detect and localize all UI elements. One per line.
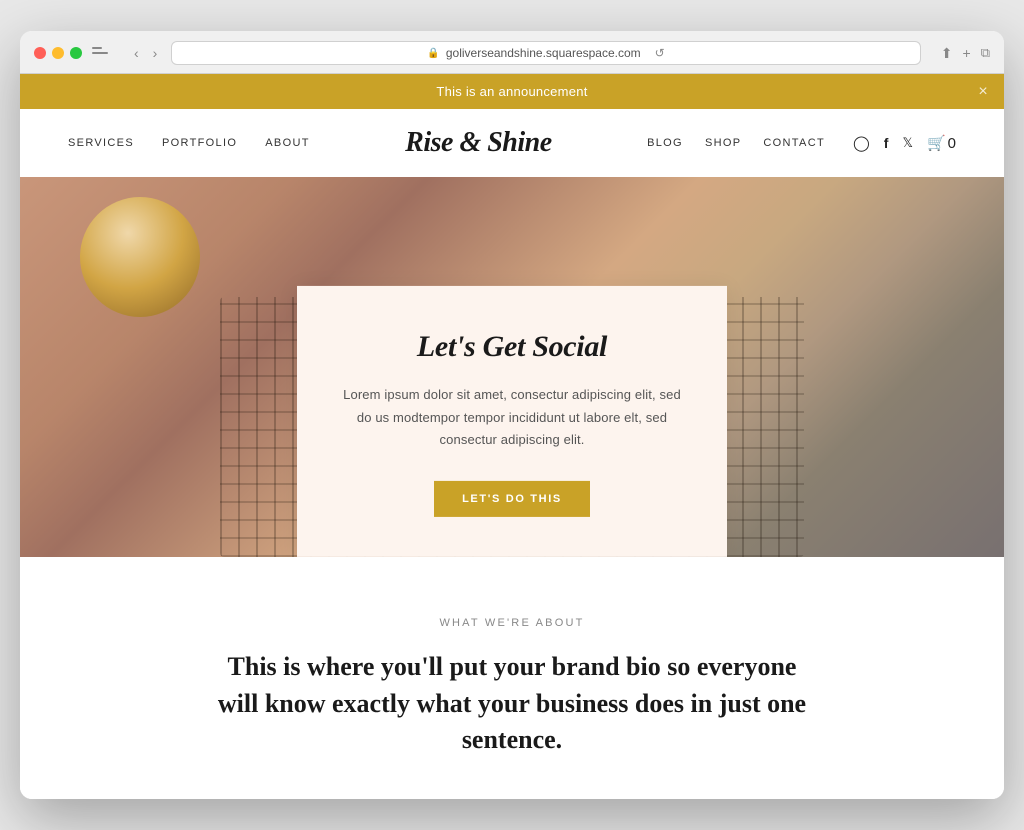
nav-left-links: SERVICES PORTFOLIO ABOUT: [68, 137, 310, 149]
share-icon[interactable]: ⬆︎: [941, 45, 953, 62]
fullscreen-button[interactable]: [70, 47, 82, 59]
browser-actions: ⬆︎ + ⧉: [941, 45, 990, 62]
nav-right-links: BLOG SHOP CONTACT: [647, 137, 825, 149]
sidebar-toggle[interactable]: [92, 47, 108, 59]
traffic-lights: [34, 47, 82, 59]
nav-shop-link[interactable]: SHOP: [705, 137, 741, 149]
browser-window: ‹ › 🔒 goliverseandshine.squarespace.com …: [20, 31, 1004, 798]
announcement-bar: This is an announcement ×: [20, 74, 1004, 109]
announcement-close-button[interactable]: ×: [978, 83, 988, 101]
navigation: SERVICES PORTFOLIO ABOUT Rise & Shine BL…: [20, 109, 1004, 177]
reload-icon[interactable]: ↺: [655, 46, 665, 60]
about-label: WHAT WE'RE ABOUT: [68, 617, 956, 629]
browser-nav-controls: ‹ ›: [130, 43, 161, 63]
hero-card: Let's Get Social Lorem ipsum dolor sit a…: [297, 286, 727, 556]
close-button[interactable]: [34, 47, 46, 59]
hero-card-text: Lorem ipsum dolor sit amet, consectur ad…: [337, 384, 687, 450]
nav-social-icons: ◯ f 𝕏 🛒0: [853, 134, 956, 152]
instagram-icon[interactable]: ◯: [853, 134, 870, 152]
new-tab-icon[interactable]: +: [963, 45, 971, 61]
announcement-text: This is an announcement: [436, 84, 587, 99]
forward-button[interactable]: ›: [149, 43, 162, 63]
tabs-icon[interactable]: ⧉: [981, 45, 990, 61]
back-button[interactable]: ‹: [130, 43, 143, 63]
about-title: This is where you'll put your brand bio …: [212, 649, 812, 758]
hero-card-title: Let's Get Social: [337, 330, 687, 364]
nav-services-link[interactable]: SERVICES: [68, 137, 134, 149]
about-section: WHAT WE'RE ABOUT This is where you'll pu…: [20, 557, 1004, 798]
facebook-icon[interactable]: f: [884, 135, 889, 151]
nav-blog-link[interactable]: BLOG: [647, 137, 683, 149]
nav-portfolio-link[interactable]: PORTFOLIO: [162, 137, 237, 149]
website-content: This is an announcement × SERVICES PORTF…: [20, 74, 1004, 798]
hero-cta-button[interactable]: LET'S DO THIS: [434, 481, 590, 517]
nav-contact-link[interactable]: CONTACT: [763, 137, 825, 149]
url-text: goliverseandshine.squarespace.com: [446, 46, 641, 60]
cart-icon[interactable]: 🛒0: [927, 134, 956, 152]
minimize-button[interactable]: [52, 47, 64, 59]
ssl-lock-icon: 🔒: [427, 48, 439, 59]
twitter-icon[interactable]: 𝕏: [902, 135, 912, 151]
address-bar[interactable]: 🔒 goliverseandshine.squarespace.com ↺: [171, 41, 920, 65]
site-logo[interactable]: Rise & Shine: [405, 127, 551, 159]
hero-section: Let's Get Social Lorem ipsum dolor sit a…: [20, 177, 1004, 557]
cart-count: 0: [948, 135, 956, 152]
browser-chrome: ‹ › 🔒 goliverseandshine.squarespace.com …: [20, 31, 1004, 74]
nav-about-link[interactable]: ABOUT: [265, 137, 310, 149]
